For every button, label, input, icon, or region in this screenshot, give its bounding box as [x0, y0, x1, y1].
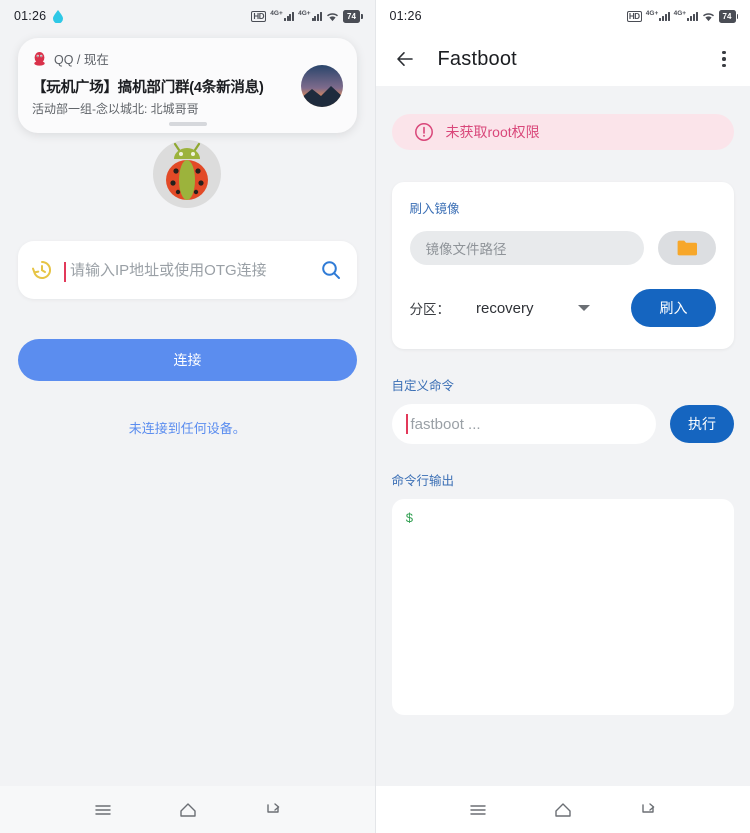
notification-subtitle: 活动部一组-念以城北: 北城哥哥: [32, 102, 199, 116]
menu-icon[interactable]: [93, 800, 113, 820]
hd-voice-icon-2: HD: [626, 10, 642, 22]
battery-level: 74: [343, 9, 360, 23]
image-path-row: 镜像文件路径: [409, 231, 716, 265]
custom-command-row: fastboot ... 执行: [391, 404, 734, 444]
ip-search-box[interactable]: 请输入IP地址或使用OTG连接: [18, 241, 357, 299]
network-type-label-3: 4G+: [645, 10, 659, 17]
custom-command-label: 自定义命令: [391, 379, 455, 393]
status-bar-right-screen: 01:26 HD 4G+ 4G+ 74: [375, 0, 750, 32]
notification-title: 【玩机广场】搞机部门群(4条新消息): [32, 80, 264, 96]
network-type-label-1: 4G+: [270, 10, 283, 17]
text-caret-command: [405, 414, 408, 434]
signal-bars-4: [687, 11, 698, 21]
flash-button[interactable]: 刷入: [631, 289, 716, 327]
battery-cap-2: [736, 13, 738, 19]
notification-thumbnail: [301, 65, 343, 107]
image-path-input[interactable]: 镜像文件路径: [409, 231, 644, 265]
image-path-placeholder: 镜像文件路径: [425, 242, 507, 257]
folder-icon: [677, 240, 697, 256]
network-type-label-4: 4G+: [673, 10, 687, 17]
partition-row: 分区： recovery 刷入: [409, 289, 716, 327]
signal-icon-3: 4G+: [645, 10, 670, 21]
status-time: 01:26: [14, 9, 47, 23]
signal-bars-1: [283, 11, 295, 21]
hd-voice-icon: HD: [251, 10, 267, 22]
signal-bars-3: [659, 11, 670, 21]
partition-label: 分区：: [409, 302, 451, 317]
signal-icon-4: 4G+: [673, 10, 698, 21]
custom-command-placeholder: fastboot ...: [410, 415, 481, 433]
root-warning-text: 未获取root权限: [445, 124, 540, 140]
partition-selected-value[interactable]: recovery: [476, 300, 534, 317]
page-title: Fastboot: [437, 47, 517, 70]
status-bar-right-2: HD 4G+ 4G+ 74: [626, 9, 738, 23]
history-icon[interactable]: [30, 258, 54, 282]
signal-bars-2: [311, 11, 322, 21]
left-screen: 01:26 HD 4G+ 4G+ 74 QQ / 现在 【玩机广场】搞机部门群(…: [0, 0, 375, 833]
notification-drag-handle[interactable]: [168, 122, 207, 126]
battery-icon-2: 74: [718, 9, 738, 23]
flash-image-card: 刷入镜像 镜像文件路径 分区： recovery 刷入: [391, 182, 734, 349]
arrow-left-icon[interactable]: [394, 48, 416, 70]
notification-card[interactable]: QQ / 现在 【玩机广场】搞机部门群(4条新消息) 活动部一组-念以城北: 北…: [18, 38, 357, 133]
notification-app-line: QQ / 现在: [54, 53, 109, 67]
status-bar-left-2: 01:26: [390, 9, 422, 23]
app-toolbar: Fastboot: [375, 32, 750, 86]
status-bar: 01:26 HD 4G+ 4G+ 74: [0, 0, 375, 32]
notification-header: QQ / 现在: [32, 49, 343, 68]
water-drop-icon: [53, 9, 64, 23]
qq-penguin-icon: [34, 51, 45, 66]
connect-button[interactable]: 连接: [18, 339, 357, 381]
kebab-menu-icon[interactable]: [714, 47, 734, 72]
page-content: 未获取root权限 刷入镜像 镜像文件路径 分区： recovery 刷入 自定…: [376, 114, 750, 715]
root-warning-banner: 未获取root权限: [391, 114, 734, 150]
battery-icon: 74: [343, 9, 363, 23]
right-screen: 01:26 HD 4G+ 4G+ 74 Fastboot 未获取root权限 刷…: [375, 0, 750, 833]
console-output[interactable]: $: [391, 499, 734, 715]
signal-icon-2: 4G+: [298, 10, 322, 21]
custom-command-input[interactable]: fastboot ...: [391, 404, 656, 444]
status-bar-right: HD 4G+ 4G+ 74: [251, 9, 363, 23]
ladybug-android-icon: [153, 140, 222, 208]
battery-level-2: 74: [718, 9, 736, 23]
dual-screenshot-container: 01:26 HD 4G+ 4G+ 74 QQ / 现在 【玩机广场】搞机部门群(…: [0, 0, 750, 833]
text-caret: [64, 261, 66, 282]
signal-icon-1: 4G+: [270, 10, 295, 21]
chevron-down-icon[interactable]: [577, 305, 590, 311]
status-bar-left: 01:26: [14, 9, 64, 23]
network-type-label-2: 4G+: [298, 10, 311, 17]
connection-status-text: 未连接到任何设备。: [128, 421, 246, 436]
battery-cap: [361, 13, 363, 19]
wifi-icon: [327, 12, 338, 21]
ip-input-placeholder: 请输入IP地址或使用OTG连接: [70, 261, 267, 279]
alert-circle-icon: [414, 123, 433, 141]
back-icon[interactable]: [263, 800, 283, 820]
wifi-icon-2: [702, 12, 714, 21]
search-icon[interactable]: [319, 258, 343, 282]
ip-input-wrapper[interactable]: 请输入IP地址或使用OTG连接: [64, 260, 309, 282]
navigation-bar-right: [375, 786, 750, 833]
status-time-2: 01:26: [389, 9, 422, 23]
navigation-bar: [0, 786, 375, 833]
home-icon[interactable]: [553, 800, 573, 820]
menu-icon[interactable]: [468, 800, 488, 820]
browse-file-button[interactable]: [658, 231, 716, 265]
flash-image-label: 刷入镜像: [409, 202, 460, 216]
back-icon[interactable]: [638, 800, 658, 820]
console-output-label: 命令行输出: [391, 474, 455, 488]
home-icon[interactable]: [178, 800, 198, 820]
execute-button[interactable]: 执行: [670, 405, 734, 443]
